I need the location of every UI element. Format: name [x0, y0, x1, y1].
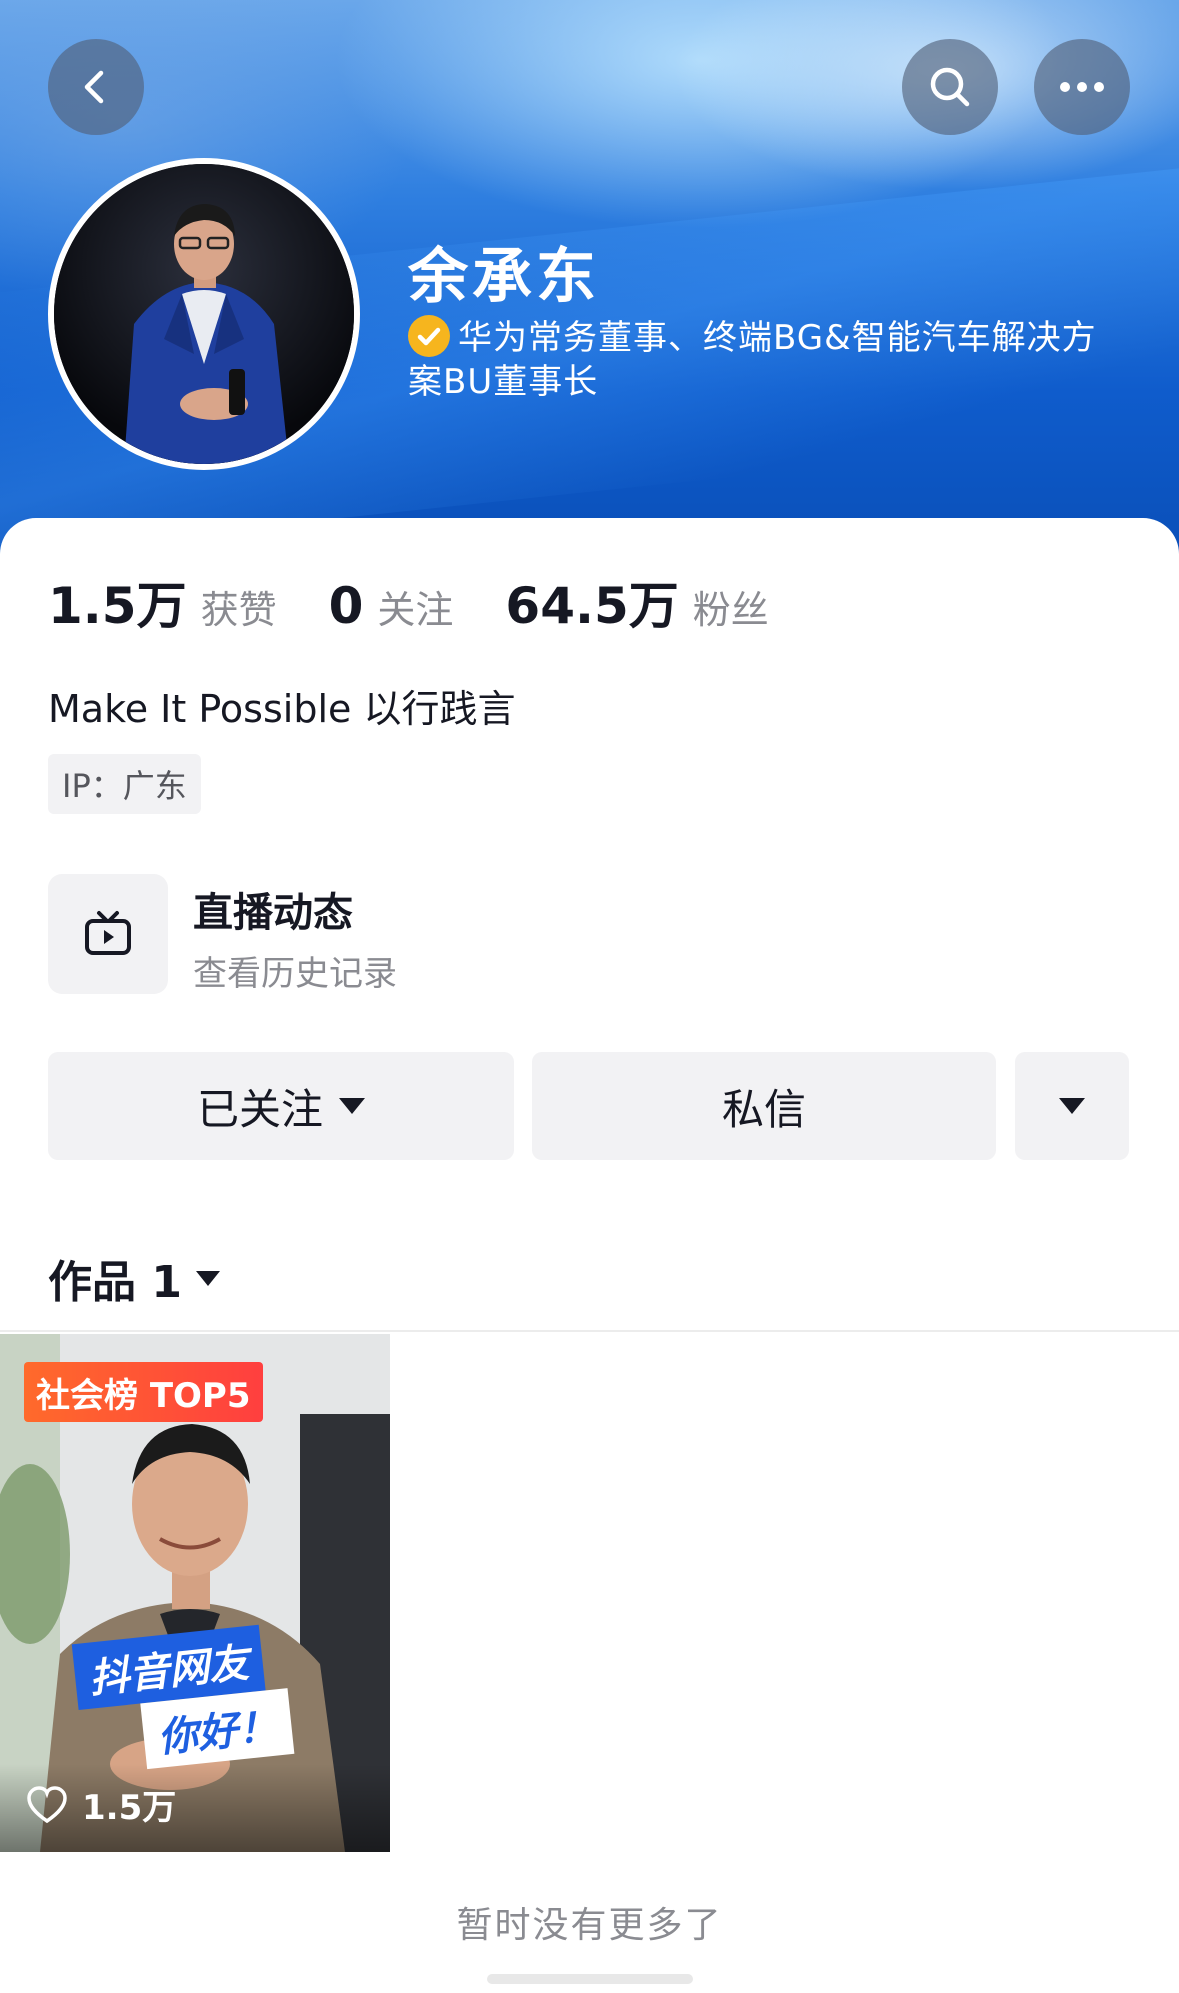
follow-label: 已关注 — [196, 1084, 323, 1134]
works-tab-label: 作品 1 — [48, 1257, 182, 1308]
heart-icon — [27, 1785, 67, 1823]
cover-banner: 抖音网友 你好！ — [71, 1620, 315, 1775]
more-dots-icon — [1060, 82, 1104, 92]
likes-count[interactable]: 1.5万 — [48, 566, 187, 638]
search-button[interactable] — [902, 39, 998, 135]
live-title[interactable]: 直播动态 — [193, 880, 353, 938]
more-button[interactable] — [1034, 39, 1130, 135]
no-more-text: 暂时没有更多了 — [456, 1905, 723, 1946]
likes-label[interactable]: 获赞 — [201, 579, 277, 634]
message-button[interactable]: 私信 — [532, 1052, 996, 1160]
followers-count[interactable]: 64.5万 — [505, 566, 678, 638]
bio-text: Make It Possible 以行践言 — [48, 687, 516, 731]
caret-down-icon — [1059, 1098, 1085, 1114]
followers-label[interactable]: 粉丝 — [693, 579, 769, 634]
works-tab[interactable]: 作品 1 — [48, 1246, 220, 1310]
ranking-badge: 社会榜 TOP5 — [24, 1362, 263, 1422]
stats-row: 1.5万 获赞 0 关注 64.5万 粉丝 — [48, 566, 821, 638]
follow-status-button[interactable]: 已关注 — [48, 1052, 514, 1160]
profile-card: 1.5万 获赞 0 关注 64.5万 粉丝 Make It Possible 以… — [0, 518, 1179, 1993]
video-likes: 1.5万 — [26, 1780, 176, 1829]
message-label: 私信 — [721, 1084, 806, 1134]
avatar[interactable] — [48, 158, 360, 470]
video-likes-count: 1.5万 — [82, 1788, 177, 1828]
verified-check-icon — [408, 315, 450, 357]
avatar-photo — [54, 164, 354, 464]
search-icon — [930, 67, 970, 107]
tv-live-icon — [85, 911, 131, 955]
verification-info: 华为常务董事、终端BG&智能汽车解决方案BU董事长 — [408, 315, 1118, 404]
video-thumbnail[interactable]: 社会榜 TOP5 抖音网友 你好！ 1.5万 — [0, 1334, 390, 1852]
following-label[interactable]: 关注 — [377, 579, 453, 634]
following-count[interactable]: 0 — [329, 577, 364, 635]
caret-down-icon — [339, 1098, 365, 1114]
live-history-button[interactable] — [48, 874, 168, 994]
profile-name: 余承东 — [408, 242, 600, 312]
home-indicator — [487, 1974, 693, 1984]
live-subtitle[interactable]: 查看历史记录 — [193, 946, 397, 995]
more-actions-dropdown[interactable] — [1015, 1052, 1129, 1160]
chevron-left-icon — [84, 70, 104, 104]
back-button[interactable] — [48, 39, 144, 135]
verification-text: 华为常务董事、终端BG&智能汽车解决方案BU董事长 — [408, 318, 1097, 402]
caret-down-icon — [195, 1270, 220, 1286]
ip-location-tag: IP：广东 — [48, 754, 201, 814]
divider — [0, 1330, 1179, 1332]
